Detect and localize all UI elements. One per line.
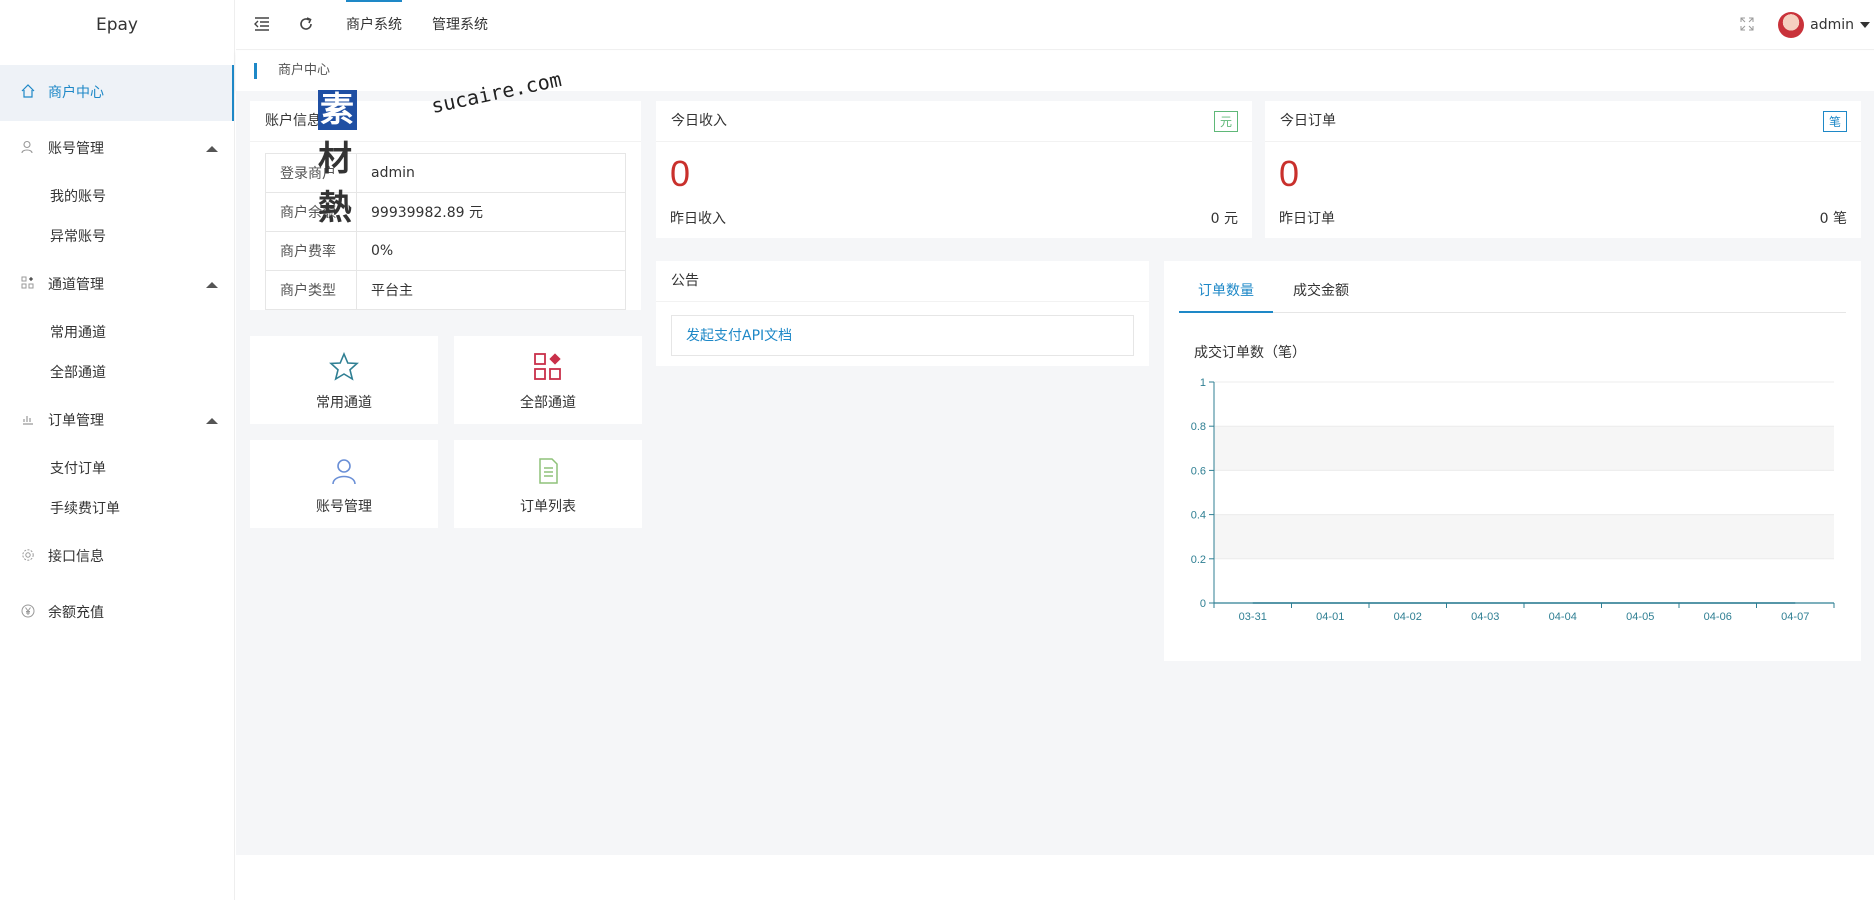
user-menu[interactable]: admin [1778,0,1870,50]
grid-band [1214,426,1834,471]
order-count-chart: 0 0.2 0.4 0.6 0.8 1 03-31 04-01 04-02 04-03 04-04 0… [1191,377,1835,623]
row-value: 0% [356,231,626,271]
watermark-cn: 素材熱 [318,90,357,228]
yuan-badge: 元 [1213,111,1238,132]
sidebar-menu: 商户中心 账号管理 我的账号 异常账号 通道管理 常用通道 全部通道 订单管理 [0,65,234,641]
quick-link-account[interactable]: 账号管理 [250,440,438,528]
caret-down-icon [1860,22,1870,28]
row-value: 99939982.89 元 [356,192,626,232]
y-tick-label: 0.6 [1191,465,1206,477]
x-tick-label: 04-01 [1316,611,1344,623]
today-orders-card: 今日订单 笔 0 昨日订单 0 笔 [1265,101,1861,238]
sidebar-item-recharge[interactable]: 余额充值 [0,585,234,641]
today-orders-title: 今日订单 [1265,101,1861,142]
row-value: admin [356,153,626,193]
sidebar: Epay 商户中心 账号管理 我的账号 异常账号 通道管理 常用通道 全部通道 [0,0,235,900]
today-orders-value: 0 [1279,153,1300,194]
sidebar-item-merchant-center[interactable]: 商户中心 [0,65,234,121]
today-income-value: 0 [670,153,691,194]
user-icon [20,121,36,177]
sidebar-subitem-common-channel[interactable]: 常用通道 [0,313,234,353]
orders-badge: 笔 [1822,111,1847,132]
grid-icon [20,257,36,313]
table-row: 商户费率 0% [265,231,626,271]
sidebar-item-api-info[interactable]: 接口信息 [0,529,234,585]
y-tick-label: 0.4 [1191,510,1206,522]
refresh-icon[interactable] [298,0,314,50]
quick-link-order-list[interactable]: 订单列表 [454,440,642,528]
chevron-up-icon [206,146,218,152]
yesterday-income-label: 昨日收入 [670,211,726,227]
y-tick-label: 0.8 [1191,421,1206,433]
x-tick-label: 04-04 [1549,611,1577,623]
watermark-cn-rest: 材熱 [318,139,353,228]
yesterday-income-value: 0 元 [1210,211,1238,227]
collapse-menu-icon[interactable] [254,0,270,50]
yesterday-orders-label: 昨日订单 [1279,211,1335,227]
x-tick-label: 04-02 [1394,611,1422,623]
row-key: 商户费率 [265,231,357,271]
quick-link-all-channel[interactable]: 全部通道 [454,336,642,424]
fullscreen-icon[interactable] [1740,0,1754,50]
sidebar-subitem-abnormal-account[interactable]: 异常账号 [0,217,234,257]
quick-link-label: 账号管理 [316,499,372,515]
sidebar-item-account[interactable]: 账号管理 [0,121,234,177]
sidebar-item-label: 账号管理 [48,141,104,157]
avatar [1778,12,1805,38]
api-doc-link[interactable]: 发起支付API文档 [671,315,1134,356]
today-income-card: 今日收入 元 0 昨日收入 0 元 [656,101,1252,238]
quick-link-label: 全部通道 [520,395,576,411]
y-tick-label: 1 [1200,377,1206,389]
tab-admin-system[interactable]: 管理系统 [432,0,488,50]
sidebar-item-orders[interactable]: 订单管理 [0,393,234,449]
x-tick-label: 04-07 [1781,611,1809,623]
chevron-up-icon [206,418,218,424]
quick-link-label: 订单列表 [520,499,576,515]
top-header: 商户系统 管理系统 admin [236,0,1874,50]
sidebar-subitem-my-account[interactable]: 我的账号 [0,177,234,217]
star-icon [250,352,438,382]
footer [236,855,1874,900]
account-info-card: 账户信息 登录商户 admin 商户余额 99939982.89 元 商户费率 0% … [250,101,641,310]
sidebar-item-label: 商户中心 [48,85,104,101]
today-income-title: 今日收入 [656,101,1252,142]
sidebar-subitem-fee-orders[interactable]: 手续费订单 [0,489,234,529]
username: admin [1810,17,1854,33]
chart-card: 订单数量 成交金额 成交订单数（笔） 0 0.2 0.4 0.6 0.8 1 03-31 04… [1164,261,1861,661]
x-tick-label: 04-05 [1626,611,1654,623]
sidebar-subitem-all-channel[interactable]: 全部通道 [0,353,234,393]
breadcrumb-marker [254,63,257,79]
notice-title: 公告 [656,261,1149,302]
yesterday-orders-value: 0 笔 [1819,211,1847,227]
sidebar-item-label: 订单管理 [48,413,104,429]
apps-icon [454,352,642,382]
y-tick-label: 0.2 [1191,554,1206,566]
sidebar-item-label: 通道管理 [48,277,104,293]
tab-merchant-system[interactable]: 商户系统 [346,0,402,50]
y-tick-label: 0 [1200,598,1206,610]
user-icon [250,456,438,486]
main-content: 账户信息 登录商户 admin 商户余额 99939982.89 元 商户费率 0% … [236,91,1874,855]
x-tick-label: 04-06 [1704,611,1732,623]
row-key: 商户类型 [265,270,357,310]
table-row: 商户类型 平台主 [265,270,626,310]
sidebar-subitem-pay-orders[interactable]: 支付订单 [0,449,234,489]
sidebar-item-channel[interactable]: 通道管理 [0,257,234,313]
app-logo: Epay [95,15,138,35]
grid-band [1214,514,1834,559]
x-tick-label: 04-03 [1471,611,1499,623]
gear-icon [20,529,36,585]
quick-link-label: 常用通道 [316,395,372,411]
notice-card: 公告 发起支付API文档 [656,261,1149,366]
sidebar-item-label: 接口信息 [48,549,104,565]
document-icon [454,456,642,486]
chevron-up-icon [206,282,218,288]
chart-icon [20,393,36,449]
yen-icon [20,585,36,641]
quick-link-common-channel[interactable]: 常用通道 [250,336,438,424]
x-tick-label: 03-31 [1239,611,1267,623]
sidebar-item-label: 余额充值 [48,605,104,621]
row-value: 平台主 [356,270,626,310]
home-icon [20,65,36,121]
